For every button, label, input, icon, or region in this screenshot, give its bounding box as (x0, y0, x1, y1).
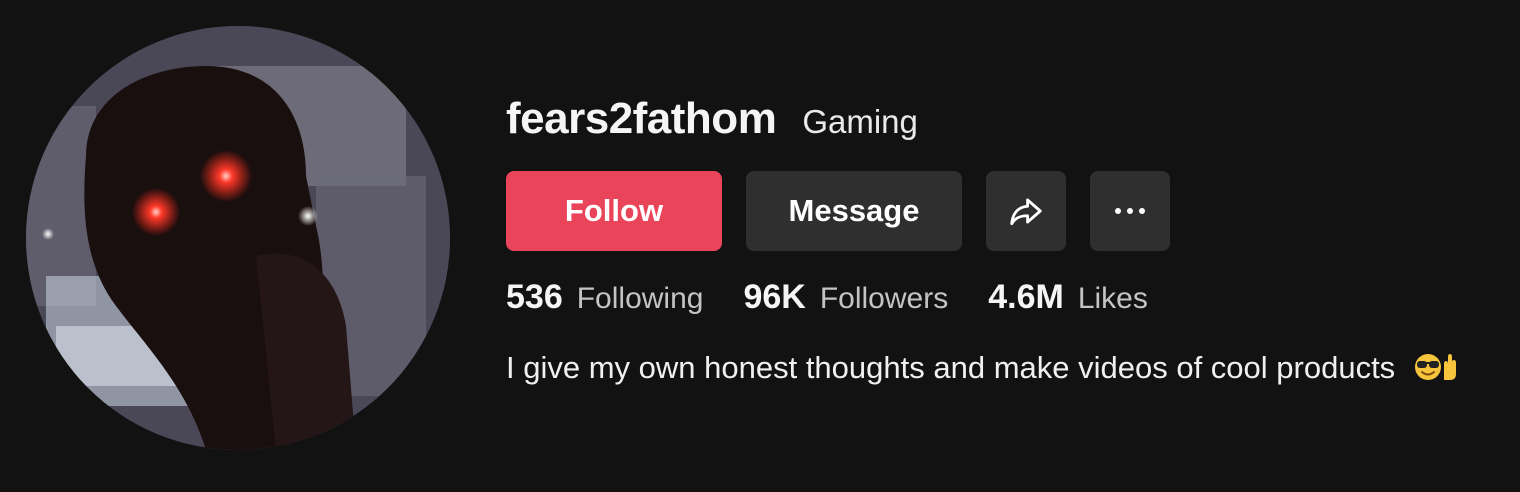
profile-header: fears2fathom Gaming Follow Message 536 F… (0, 0, 1520, 492)
following-count: 536 (506, 278, 563, 316)
followers-stat[interactable]: 96K Followers (743, 278, 948, 317)
share-icon (1010, 198, 1042, 226)
sunglasses-face-emoji (1414, 354, 1441, 380)
message-button[interactable]: Message (746, 171, 962, 251)
likes-label: Likes (1077, 282, 1148, 315)
avatar[interactable] (26, 26, 450, 450)
raised-hand-emoji (1443, 354, 1456, 380)
more-icon (1115, 208, 1145, 214)
bio-emojis (1414, 352, 1460, 390)
username: fears2fathom (506, 94, 777, 143)
likes-count: 4.6M (988, 278, 1064, 316)
followers-count: 96K (743, 278, 806, 316)
follow-button[interactable]: Follow (506, 171, 722, 251)
category-label: Gaming (802, 103, 918, 140)
avatar-image (26, 26, 450, 450)
share-button[interactable] (986, 171, 1066, 251)
followers-label: Followers (819, 282, 949, 315)
profile-stats: 536 Following 96K Followers 4.6M Likes (506, 278, 1188, 317)
action-buttons: Follow Message (506, 171, 1170, 251)
bio-text: I give my own honest thoughts and make v… (506, 350, 1396, 385)
following-stat[interactable]: 536 Following (506, 278, 703, 317)
name-row: fears2fathom Gaming (506, 94, 918, 144)
likes-stat: 4.6M Likes (988, 278, 1148, 317)
following-label: Following (576, 282, 704, 315)
more-button[interactable] (1090, 171, 1170, 251)
bio: I give my own honest thoughts and make v… (506, 350, 1460, 390)
profile-info: fears2fathom Gaming Follow Message 536 F… (506, 0, 1520, 492)
